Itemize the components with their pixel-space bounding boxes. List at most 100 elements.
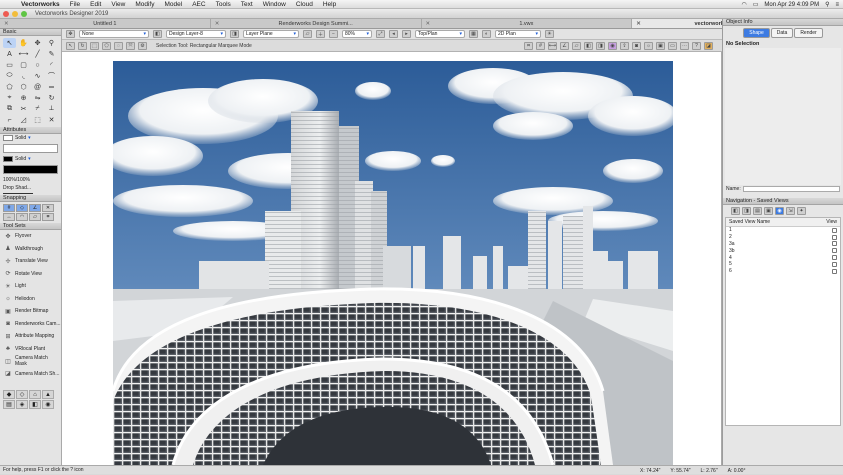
snapping-palette-header[interactable]: Snapping	[0, 195, 61, 202]
dimension-tool-icon[interactable]: ⟷	[17, 49, 30, 59]
search-icon[interactable]: ⚲	[825, 1, 829, 8]
basic-palette-header[interactable]: Basic	[0, 29, 61, 36]
callout-tool-icon[interactable]: ✎	[45, 49, 58, 59]
saved-view-row[interactable]: 5	[726, 261, 840, 268]
selection-mode-icon[interactable]: ↖	[66, 41, 75, 50]
zoom-tool-icon[interactable]: ⚲	[45, 38, 58, 48]
layer-toggle-icon[interactable]: ◧	[584, 41, 593, 50]
tool-camera-match-sh[interactable]: ◪ Camera Match Sh...	[0, 368, 61, 381]
polygon-tool-icon[interactable]: ⬠	[3, 82, 16, 92]
nav-references-icon[interactable]: ⇲	[786, 207, 795, 215]
toolset-building-icon[interactable]: ⌂	[29, 390, 41, 399]
class-toggle-icon[interactable]: ◨	[596, 41, 605, 50]
attribute-tool-icon[interactable]: ⊕	[17, 93, 30, 103]
text-tool-icon[interactable]: A	[3, 49, 16, 59]
freehand-tool-icon[interactable]: ∿	[31, 71, 44, 81]
tab-shape[interactable]: Shape	[743, 28, 770, 38]
flyover-tool-icon[interactable]: ✥	[31, 38, 44, 48]
class-dropdown[interactable]: None ▾	[79, 30, 149, 38]
fillet-tool-icon[interactable]: ⌐	[3, 115, 16, 125]
snap-tangent-icon[interactable]: ◠	[16, 213, 28, 221]
tool-walkthrough[interactable]: ♟ Walkthrough	[0, 243, 61, 256]
render-toggle-icon[interactable]: ◉	[608, 41, 617, 50]
class-options-icon[interactable]: ◧	[153, 30, 162, 38]
toolset-3d-icon[interactable]: ◧	[29, 400, 41, 409]
tool-renderworks-camera[interactable]: ◙ Renderworks Cam...	[0, 318, 61, 331]
saved-view-row[interactable]: 4	[726, 254, 840, 261]
saved-view-row[interactable]: 6	[726, 268, 840, 275]
connect-tool-icon[interactable]: ⟂	[45, 104, 58, 114]
nav-classes-icon[interactable]: ◧	[731, 207, 740, 215]
layer-options-icon[interactable]: ◨	[230, 30, 239, 38]
toolset-furniture-icon[interactable]: ▤	[3, 400, 15, 409]
projection-icon[interactable]: ▦	[469, 30, 478, 38]
menu-edit[interactable]: Edit	[85, 1, 106, 8]
settings-gear-icon[interactable]: ⚙	[138, 41, 147, 50]
window-icon[interactable]: ▭	[668, 41, 677, 50]
spiral-tool-icon[interactable]: @	[31, 82, 44, 92]
menu-file[interactable]: File	[65, 1, 85, 8]
navigation-header[interactable]: Navigation - Saved Views	[723, 198, 843, 205]
snap-working-plane-icon[interactable]: ▱	[29, 213, 41, 221]
view-dropdown[interactable]: Top/Plan ▾	[415, 30, 465, 38]
name-field[interactable]	[742, 186, 840, 192]
tab-render[interactable]: Render	[794, 28, 823, 38]
quarter-arc-tool-icon[interactable]: ◟	[17, 71, 30, 81]
double-line-tool-icon[interactable]: ═	[45, 82, 58, 92]
battery-icon[interactable]: ▭	[753, 1, 759, 8]
snap-distance-icon[interactable]: ↔	[3, 213, 15, 221]
zoom-field[interactable]: 80% ▾	[342, 30, 372, 38]
nav-sheets-icon[interactable]: ▤	[753, 207, 762, 215]
opacity-row[interactable]: 100%/100%	[0, 176, 61, 184]
tool-render-bitmap[interactable]: ▣ Render Bitmap	[0, 305, 61, 318]
toolset-dims-icon[interactable]: ◇	[16, 390, 28, 399]
working-plane-icon[interactable]: ▱	[303, 30, 312, 38]
zoom-window-button[interactable]	[21, 10, 27, 17]
pen-color-box[interactable]	[3, 165, 58, 174]
tab-untitled-1[interactable]: ✕ Untitled 1	[0, 19, 211, 28]
rotate-tool-icon[interactable]: ↻	[45, 93, 58, 103]
snap-object-icon[interactable]: ◇	[16, 204, 28, 212]
menu-app[interactable]: Vectorworks	[16, 1, 65, 8]
saved-view-row[interactable]: 3b	[726, 247, 840, 254]
nav-symbols-icon[interactable]: ✦	[797, 207, 806, 215]
tool-flyover[interactable]: ✥ Flyover	[0, 230, 61, 243]
tool-translate-view[interactable]: ✢ Translate View	[0, 255, 61, 268]
tool-heliodon[interactable]: ☼ Heliodon	[0, 293, 61, 306]
clip-tool-icon[interactable]: ✂	[17, 104, 30, 114]
marquee-mode-icon[interactable]: ⬚	[90, 41, 99, 50]
rounded-rect-tool-icon[interactable]: ▢	[17, 60, 30, 70]
nav-layers-icon[interactable]: ◨	[742, 207, 751, 215]
menu-modify[interactable]: Modify	[130, 1, 159, 8]
menu-cloud[interactable]: Cloud	[291, 1, 318, 8]
snap-toggle-icon[interactable]: ⌗	[524, 41, 533, 50]
transform-mode-icon[interactable]: ⤧	[126, 41, 135, 50]
previous-view-icon[interactable]: ◂	[389, 30, 398, 38]
tool-rotate-view[interactable]: ⟳ Rotate View	[0, 268, 61, 281]
close-icon[interactable]: ✕	[215, 21, 220, 27]
plane-dropdown[interactable]: Layer Plane ▾	[243, 30, 299, 38]
checkbox-icon[interactable]	[832, 268, 837, 274]
tool-attribute-mapping[interactable]: ⊞ Attribute Mapping	[0, 330, 61, 343]
clock[interactable]: Mon Apr 29 4:09 PM	[764, 2, 819, 8]
menu-tools[interactable]: Tools	[211, 1, 236, 8]
toolset-basic-icon[interactable]: ◆	[3, 390, 15, 399]
export-icon[interactable]: ⇪	[620, 41, 629, 50]
image-icon[interactable]: ▣	[656, 41, 665, 50]
drop-shadow-row[interactable]: Drop Shad...	[0, 184, 61, 192]
fill-style-row[interactable]: Solid ▾	[0, 134, 61, 142]
fit-to-objects-icon[interactable]: ⤢	[376, 30, 385, 38]
offset-tool-icon[interactable]: ⧉	[3, 104, 16, 114]
split-tool-icon[interactable]: ⌿	[31, 104, 44, 114]
snap-intersection-icon[interactable]: ✕	[42, 204, 54, 212]
selection-tool-icon[interactable]: ↖	[3, 38, 16, 48]
lighting-options-icon[interactable]: ☀	[545, 30, 554, 38]
minimize-window-button[interactable]	[12, 10, 18, 17]
layer-dropdown[interactable]: Design Layer-8 ▾	[166, 30, 226, 38]
checkbox-icon[interactable]	[832, 241, 837, 247]
lasso-mode-icon[interactable]: ◌	[114, 41, 123, 50]
close-icon[interactable]: ✕	[4, 21, 9, 27]
help-icon[interactable]: ?	[692, 41, 701, 50]
nav-saved-views-icon[interactable]: ◉	[775, 207, 784, 215]
camera-view-icon[interactable]: ◙	[632, 41, 641, 50]
